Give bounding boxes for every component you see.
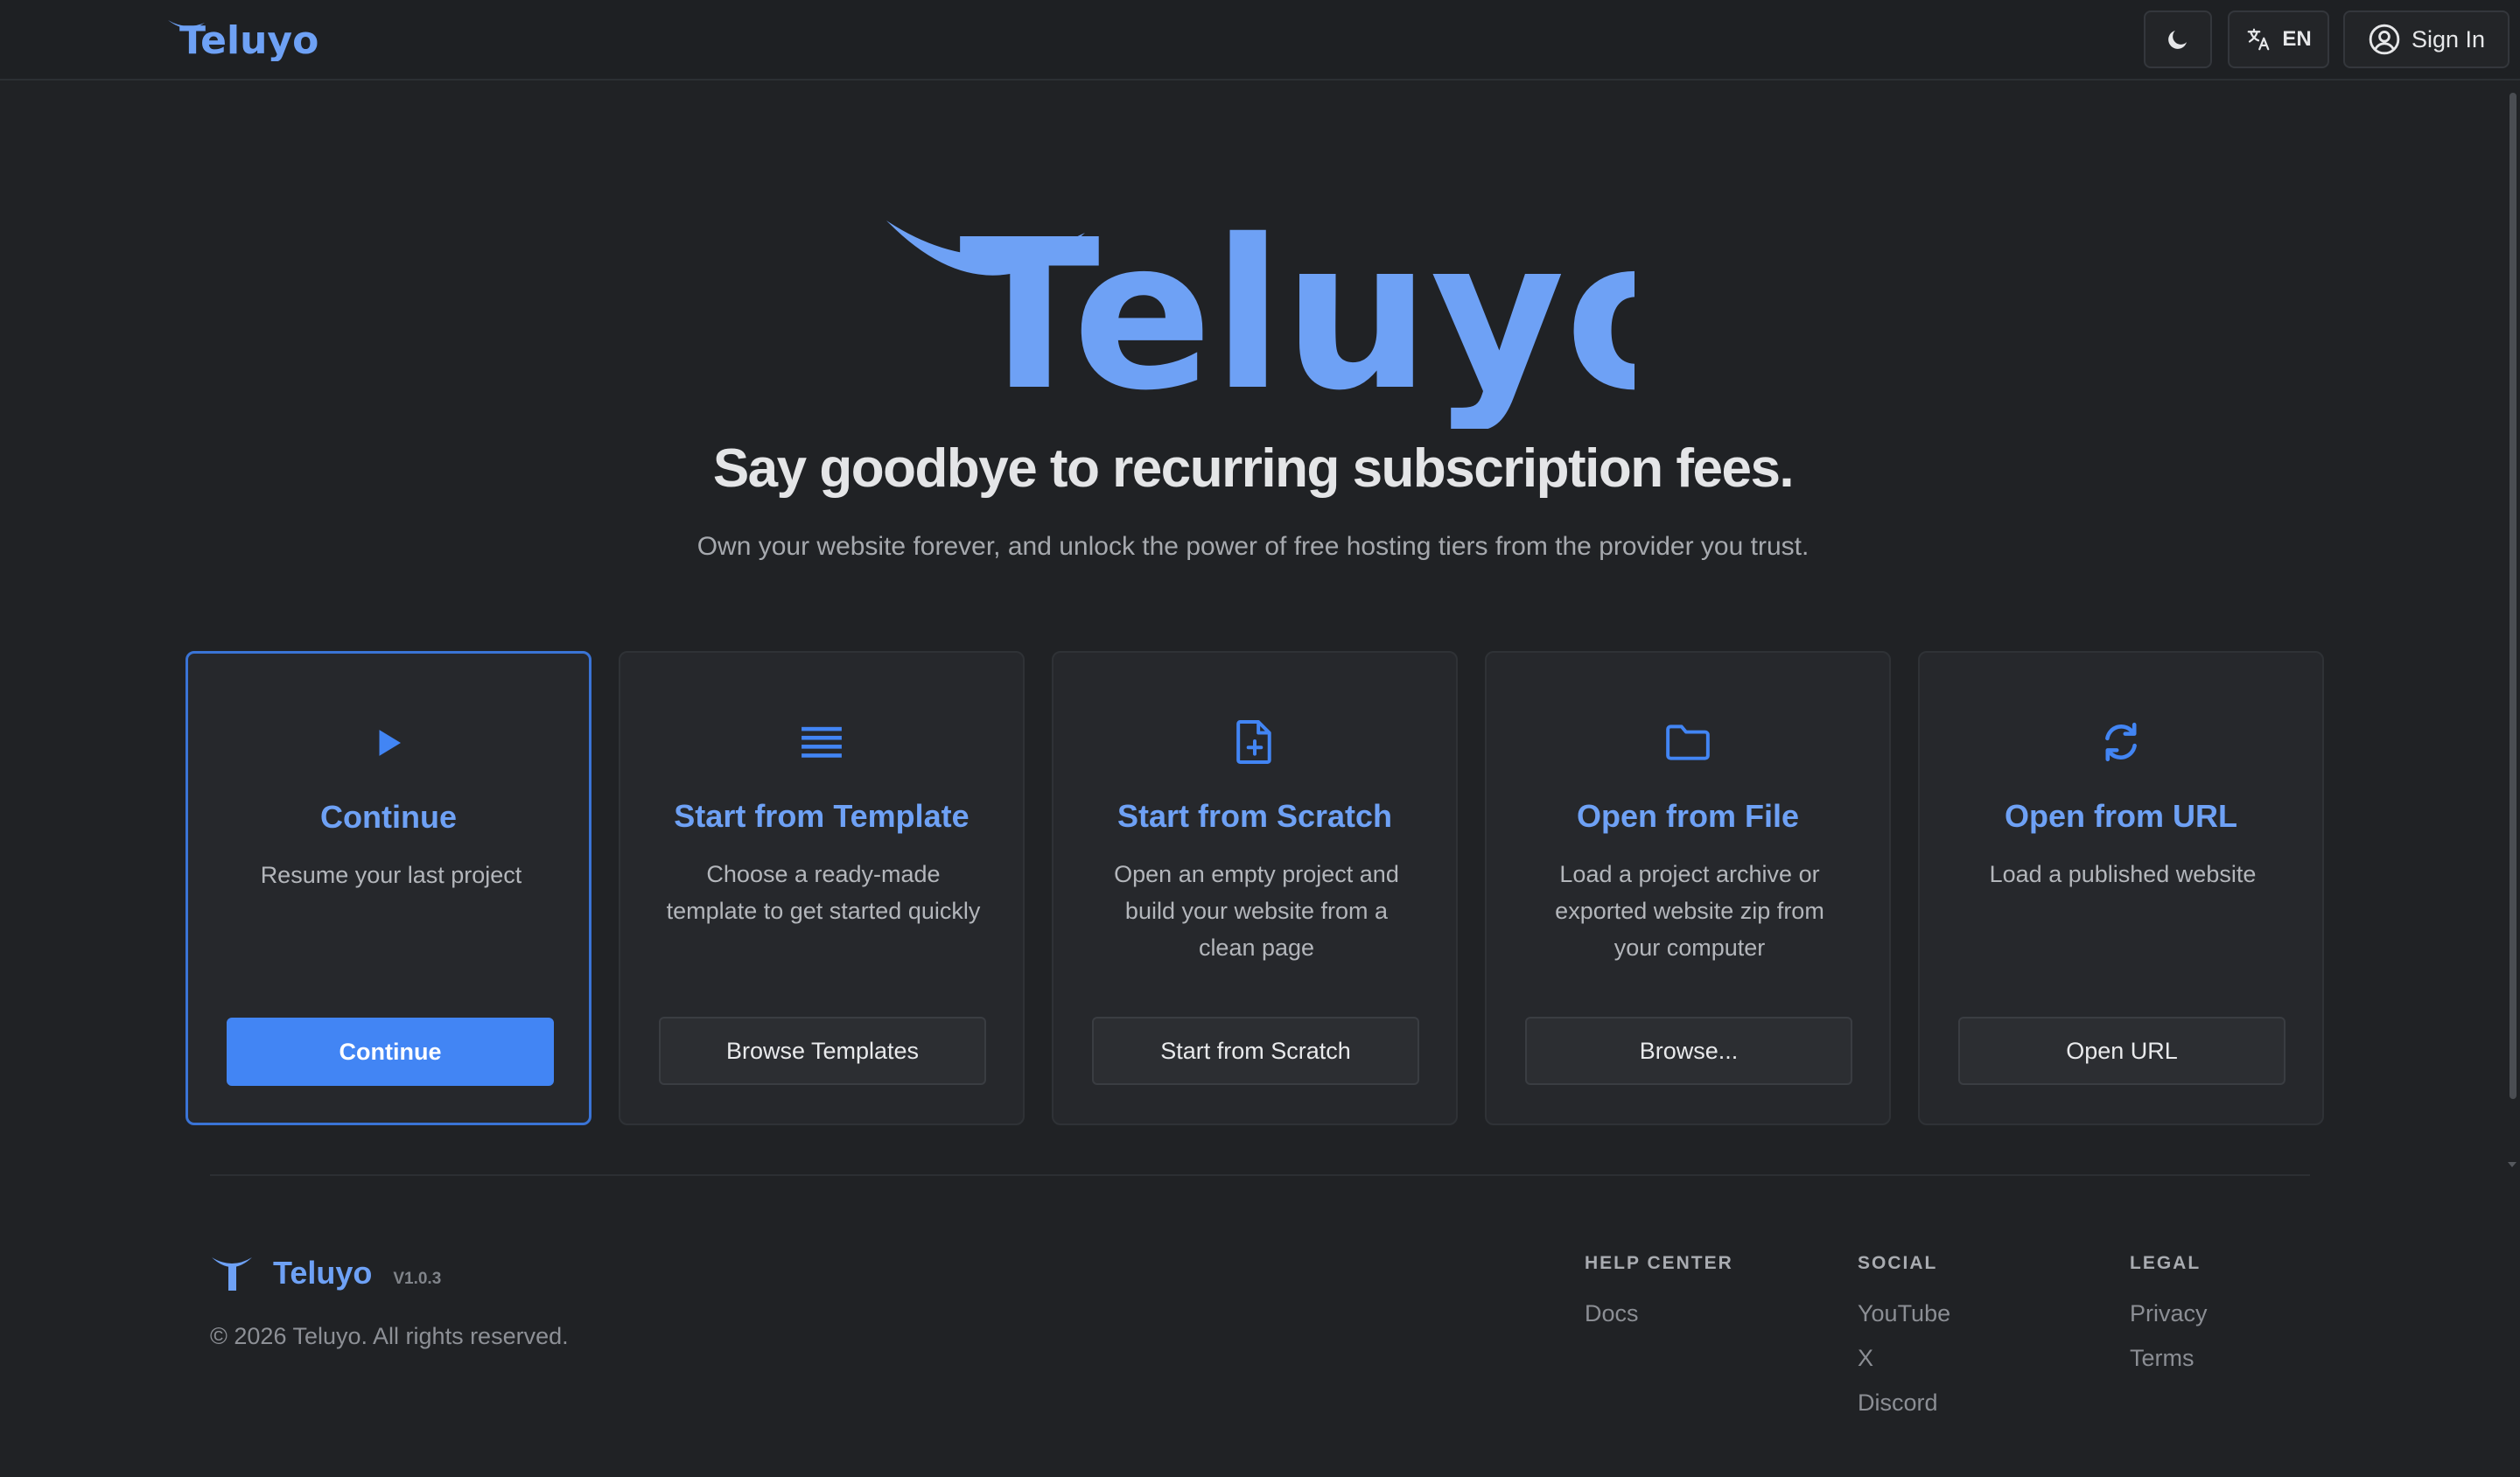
list-icon: [802, 726, 842, 758]
card-title: Open from File: [1576, 798, 1800, 834]
card-description: Choose a ready-made template to get star…: [666, 861, 981, 924]
sign-in-label: Sign In: [2411, 25, 2486, 52]
scrollbar[interactable]: [2506, 84, 2520, 1169]
start-from-scratch-button[interactable]: Start from Scratch: [1092, 1017, 1419, 1085]
footer-column-legal: LEGAL Privacy Terms: [2130, 1253, 2208, 1372]
svg-text:Teluyo: Teluyo: [179, 18, 318, 61]
card-open-from-url[interactable]: Open from URL Load a published website O…: [1918, 651, 2324, 1125]
card-description: Resume your last project: [260, 862, 522, 888]
footer-link-terms[interactable]: Terms: [2130, 1345, 2208, 1372]
page: Teluyo EN Sign In Teluyo Say goodbye to …: [0, 0, 2520, 1477]
open-url-button[interactable]: Open URL: [1958, 1017, 2286, 1085]
sign-in-button[interactable]: Sign In: [2343, 10, 2510, 68]
theme-toggle-button[interactable]: [2144, 10, 2212, 68]
continue-button[interactable]: Continue: [227, 1018, 554, 1086]
footer-column-heading: SOCIAL: [1858, 1253, 1938, 1273]
language-label: EN: [2282, 27, 2312, 51]
teluyo-logo-mark: [212, 1257, 252, 1291]
refresh-icon: [2105, 722, 2137, 762]
card-title: Open from URL: [2005, 798, 2237, 834]
card-continue[interactable]: Continue Resume your last project Contin…: [186, 651, 592, 1125]
teluyo-logo-large: Teluyo: [886, 210, 1634, 429]
footer-brand-name: Teluyo: [273, 1255, 373, 1291]
svg-text:Teluyo: Teluyo: [959, 210, 1634, 429]
footer-column-heading: HELP CENTER: [1585, 1253, 1733, 1273]
card-description: Load a project archive or exported websi…: [1555, 861, 1824, 961]
browse-file-button[interactable]: Browse...: [1525, 1017, 1852, 1085]
user-circle-icon: [2369, 24, 2400, 55]
header-logo[interactable]: Teluyo: [166, 16, 324, 61]
action-cards: Continue Resume your last project Contin…: [186, 651, 2324, 1125]
card-description: Load a published website: [1989, 861, 2257, 887]
scrollbar-thumb[interactable]: [2510, 93, 2516, 1099]
card-title: Start from Scratch: [1116, 798, 1393, 834]
file-plus-icon: [1236, 720, 1271, 764]
footer-column-help-center: HELP CENTER Docs: [1585, 1253, 1733, 1327]
footer-link-x[interactable]: X: [1858, 1345, 1950, 1372]
hero-headline: Say goodbye to recurring subscription fe…: [712, 438, 1795, 499]
footer-link-youtube[interactable]: YouTube: [1858, 1300, 1950, 1327]
footer-divider: [210, 1174, 2310, 1176]
browse-templates-button[interactable]: Browse Templates: [659, 1017, 986, 1085]
top-bar: Teluyo EN Sign In: [0, 0, 2520, 80]
card-open-from-file[interactable]: Open from File Load a project archive or…: [1485, 651, 1891, 1125]
folder-icon: [1666, 724, 1710, 760]
hero-subheadline: Own your website forever, and unlock the…: [696, 532, 1810, 561]
copyright-text: © 2026 Teluyo. All rights reserved.: [210, 1323, 569, 1349]
card-title: Continue: [320, 799, 457, 835]
translate-icon: [2247, 28, 2270, 51]
card-start-from-scratch[interactable]: Start from Scratch Open an empty project…: [1052, 651, 1458, 1125]
card-description: Open an empty project and build your web…: [1114, 861, 1399, 961]
scroll-down-arrow-icon[interactable]: [2508, 1162, 2516, 1167]
card-title: Start from Template: [674, 798, 970, 834]
footer-link-discord[interactable]: Discord: [1858, 1390, 1950, 1417]
moon-icon: [2168, 31, 2187, 49]
version-badge: V1.0.3: [393, 1270, 442, 1288]
footer-brand: Teluyo V1.0.3: [210, 1251, 441, 1295]
teluyo-logo-small: Teluyo: [168, 18, 318, 61]
footer-link-docs[interactable]: Docs: [1585, 1300, 1733, 1327]
card-start-from-template[interactable]: Start from Template Choose a ready-made …: [619, 651, 1025, 1125]
footer-column-social: SOCIAL YouTube X Discord: [1858, 1253, 1950, 1417]
play-icon: [379, 730, 401, 756]
language-button[interactable]: EN: [2228, 10, 2329, 68]
footer-link-privacy[interactable]: Privacy: [2130, 1300, 2208, 1327]
footer-column-heading: LEGAL: [2130, 1253, 2202, 1273]
